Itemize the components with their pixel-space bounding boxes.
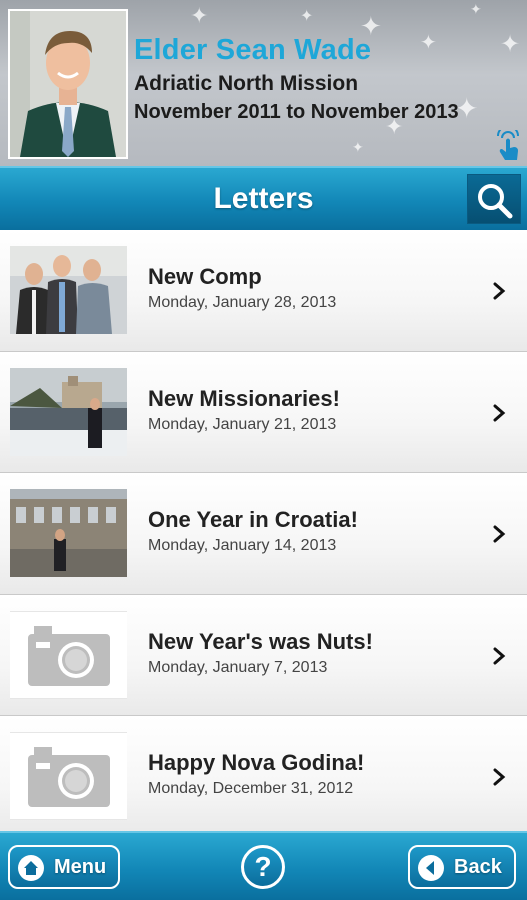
menu-button[interactable]: Menu — [8, 845, 120, 889]
home-icon — [18, 855, 44, 881]
profile-photo — [8, 9, 128, 159]
chevron-right-icon — [493, 647, 506, 665]
photo-amphitheater-icon — [10, 489, 127, 578]
page-title: Letters — [213, 182, 314, 215]
sparkle-decoration: ✦ — [300, 6, 314, 25]
letter-title: New Comp — [148, 264, 262, 289]
profile-header: ✦ ✦ ✦ ✦ ✦ ✦ ✦ ✦ ✦ Elder Sean Wade Adriat… — [0, 0, 527, 166]
letter-title: Happy Nova Godina! — [148, 750, 365, 776]
letters-list: New Comp Monday, January 28, 2013 New Mi… — [0, 230, 527, 838]
help-button[interactable]: ? — [241, 845, 285, 889]
menu-button-label: Menu — [54, 856, 107, 878]
chevron-right-icon — [493, 525, 506, 543]
letter-thumbnail — [10, 367, 127, 456]
bottom-nav-bar: Menu ? Back — [0, 831, 527, 900]
letter-date: Monday, January 14, 2013 — [148, 537, 337, 555]
chevron-right-icon — [493, 404, 506, 422]
search-button[interactable] — [467, 174, 521, 224]
sparkle-decoration: ✦ — [500, 30, 521, 58]
list-item[interactable]: One Year in Croatia! Monday, January 14,… — [0, 473, 527, 595]
title-bar: Letters — [0, 166, 527, 230]
letter-date: Monday, January 28, 2013 — [148, 294, 337, 311]
list-item[interactable]: New Missionaries! Monday, January 21, 20… — [0, 351, 527, 474]
letter-title: New Year's was Nuts! — [148, 628, 373, 654]
sparkle-decoration: ✦ — [190, 4, 209, 29]
letter-thumbnail — [10, 246, 127, 334]
letter-thumbnail — [10, 489, 127, 578]
letter-thumbnail — [10, 610, 127, 699]
help-icon: ? — [254, 851, 272, 882]
profile-mission: Adriatic North Mission — [134, 72, 359, 95]
sparkle-decoration: ✦ — [352, 140, 364, 156]
back-button[interactable]: Back — [408, 845, 516, 889]
list-item[interactable]: New Comp Monday, January 28, 2013 — [0, 230, 527, 352]
list-item[interactable]: New Year's was Nuts! Monday, January 7, … — [0, 594, 527, 717]
letter-title: New Missionaries! — [148, 385, 340, 411]
photo-three-men-icon — [10, 246, 127, 334]
list-item[interactable]: Happy Nova Godina! Monday, December 31, … — [0, 716, 527, 838]
search-icon — [478, 184, 513, 219]
letter-date: Monday, January 21, 2013 — [148, 415, 337, 433]
chevron-right-icon — [493, 768, 506, 786]
sparkle-decoration: ✦ — [420, 30, 437, 54]
sparkle-decoration: ✦ — [470, 2, 482, 18]
camera-placeholder-icon — [28, 625, 110, 686]
chevron-right-icon — [493, 282, 506, 300]
back-button-label: Back — [454, 856, 502, 878]
profile-dates: November 2011 to November 2013 — [134, 101, 459, 123]
letter-date: Monday, January 7, 2013 — [148, 658, 328, 676]
letter-title: One Year in Croatia! — [148, 507, 358, 533]
letter-thumbnail — [10, 732, 127, 821]
camera-placeholder-icon — [28, 747, 110, 808]
profile-name: Elder Sean Wade — [134, 34, 372, 66]
photo-castle-river-icon — [10, 367, 127, 456]
letter-date: Monday, December 31, 2012 — [148, 780, 354, 798]
portrait-photo-icon — [10, 11, 126, 157]
back-arrow-icon — [418, 855, 444, 881]
tap-hand-icon[interactable] — [494, 130, 522, 162]
